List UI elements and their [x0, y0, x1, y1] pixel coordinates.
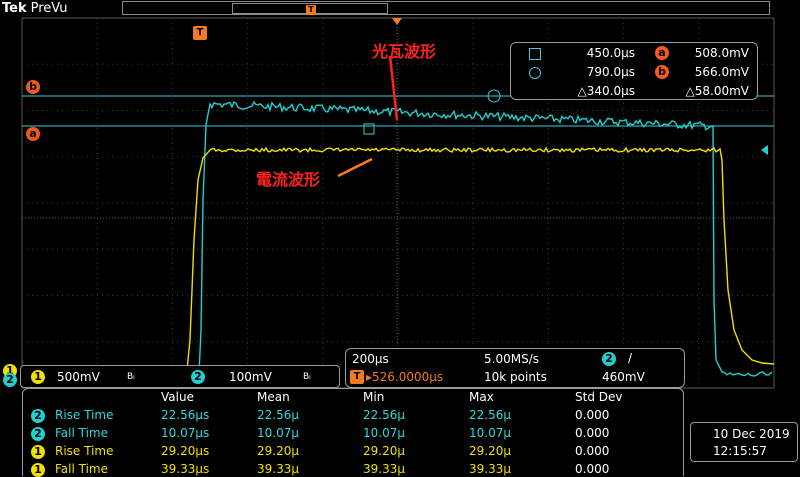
horizontal-trigger-readout[interactable]: 200µs 5.00MS/s 2 / T ▸526.0000µs 10k poi… — [345, 348, 685, 388]
cursor-a-icon: a — [655, 46, 669, 60]
record-length: 10k points — [484, 370, 547, 384]
ch2-bw-limit: Bₗ — [303, 372, 311, 382]
trigger-level: 460mV — [602, 370, 645, 384]
cursor-square-icon — [529, 48, 541, 60]
table-row-name: Fall Time — [55, 462, 109, 476]
table-row-max: 39.33µ — [469, 462, 511, 476]
table-row-value: 29.20µs — [161, 444, 210, 458]
table-row-value: 10.07µs — [161, 426, 210, 440]
measurement-table[interactable]: Value Mean Min Max Std Dev 2 Rise Time 2… — [22, 388, 684, 477]
ch1-scale: 500mV — [57, 370, 100, 384]
ch1-bw-limit: Bₗ — [127, 372, 135, 382]
cursor-circle-icon — [529, 67, 541, 79]
table-row-channel-badge: 1 — [31, 463, 45, 477]
table-row-channel-badge: 2 — [31, 427, 45, 441]
cursor-readout[interactable]: 450.0µs a 508.0mV 790.0µs b 566.0mV △340… — [510, 42, 758, 100]
col-header-value: Value — [161, 390, 194, 404]
cursor-b-marker[interactable]: b — [26, 80, 40, 94]
datetime-readout: 10 Dec 2019 12:15:57 — [690, 422, 798, 462]
ch2-trace — [21, 100, 773, 377]
table-row-mean: 29.20µ — [257, 444, 299, 458]
table-row-std: 0.000 — [575, 408, 610, 422]
table-row-channel-badge: 1 — [31, 445, 45, 459]
ch2-badge: 2 — [191, 370, 205, 384]
table-row-std: 0.000 — [575, 462, 610, 476]
table-row-std: 0.000 — [575, 426, 610, 440]
table-row-max: 10.07µ — [469, 426, 511, 440]
table-row-name: Rise Time — [55, 444, 114, 458]
table-row-min: 39.33µ — [363, 462, 405, 476]
cursor-delta-volt: △58.00mV — [685, 84, 749, 98]
trigger-source-badge: 2 — [602, 352, 616, 366]
col-header-std-dev: Std Dev — [575, 390, 623, 404]
ch1-badge: 1 — [31, 370, 45, 384]
table-row-channel-badge: 2 — [31, 409, 45, 423]
table-row-name: Fall Time — [55, 426, 109, 440]
cursor-b-volt: 566.0mV — [694, 65, 749, 79]
ch2-scale: 100mV — [229, 370, 272, 384]
current-wave-annotation: 電流波形 — [256, 170, 321, 189]
sample-rate: 5.00MS/s — [484, 352, 539, 366]
table-row-min: 10.07µ — [363, 426, 405, 440]
table-row-min: 22.56µ — [363, 408, 405, 422]
annotation-arrow-current — [337, 157, 373, 178]
cursor-a-marker[interactable]: a — [26, 127, 40, 141]
table-row-max: 22.56µ — [469, 408, 511, 422]
light-wave-annotation: 光瓦波形 — [372, 42, 437, 61]
channel-scale-readout[interactable]: 1 500mV Bₗ 2 100mV Bₗ — [20, 365, 340, 388]
table-row-name: Rise Time — [55, 408, 114, 422]
time-label: 12:15:57 — [713, 444, 767, 458]
cursor-a-volt: 508.0mV — [694, 46, 749, 60]
trigger-slope-icon: / — [628, 351, 633, 365]
col-header-mean: Mean — [257, 390, 290, 404]
horizontal-scale: 200µs — [352, 352, 389, 366]
table-row-mean: 10.07µ — [257, 426, 299, 440]
ch2-ground-marker[interactable]: 2 — [3, 373, 17, 387]
cursor-delta-time: △340.0µs — [577, 84, 635, 98]
col-header-max: Max — [469, 390, 494, 404]
table-row-mean: 22.56µ — [257, 408, 299, 422]
table-row-value: 22.56µs — [161, 408, 210, 422]
col-header-min: Min — [363, 390, 385, 404]
horizontal-position: ▸526.0000µs — [366, 370, 444, 384]
table-row-mean: 39.33µ — [257, 462, 299, 476]
table-row-max: 29.20µ — [469, 444, 511, 458]
cursor-a-time: 450.0µs — [586, 46, 635, 60]
cursor-b-icon: b — [655, 65, 669, 79]
date-label: 10 Dec 2019 — [713, 427, 790, 441]
horizontal-position-icon: T — [350, 370, 364, 384]
table-row-value: 39.33µs — [161, 462, 210, 476]
trigger-position-icon — [392, 18, 402, 25]
ch1-trace — [21, 146, 775, 372]
trigger-level-icon — [761, 145, 768, 155]
table-row-std: 0.000 — [575, 444, 610, 458]
table-row-min: 29.20µ — [363, 444, 405, 458]
cursor-b-time: 790.0µs — [586, 65, 635, 79]
trigger-marker[interactable]: T — [193, 26, 207, 40]
